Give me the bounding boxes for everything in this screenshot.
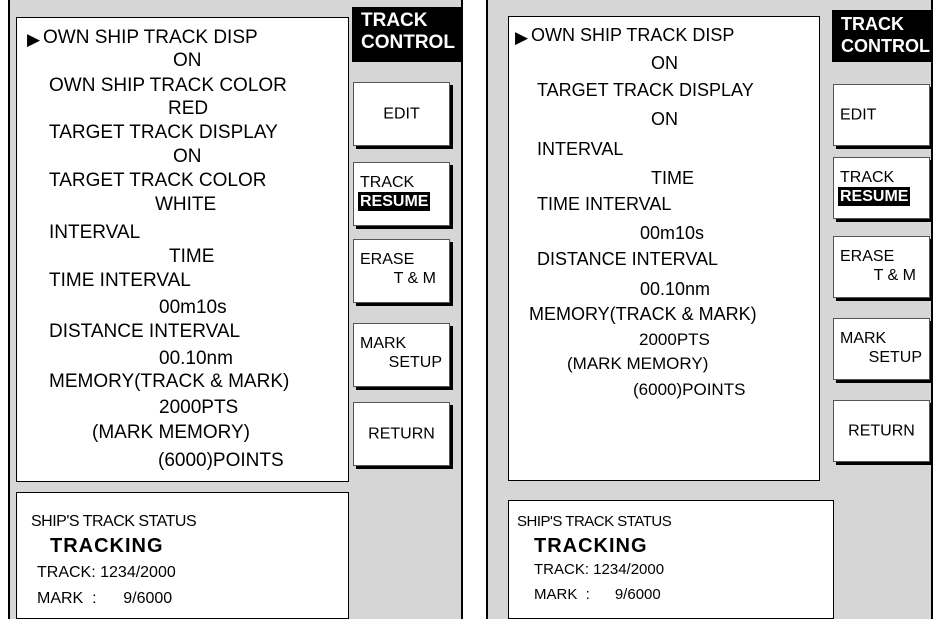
menu-value-memory: 2000PTS xyxy=(639,330,710,349)
status-heading: SHIP'S TRACK STATUS xyxy=(31,513,197,530)
menu-value-target-track-display: ON xyxy=(651,109,678,129)
menu-item-own-ship-track-disp[interactable]: OWN SHIP TRACK DISP xyxy=(531,25,734,46)
menu-value-memory: 2000PTS xyxy=(159,397,239,418)
menu-title-track-control: TRACK CONTROL xyxy=(352,7,462,62)
menu-item-target-track-color[interactable]: TARGET TRACK COLOR xyxy=(49,170,266,192)
menu-item-own-ship-track-disp[interactable]: OWN SHIP TRACK DISP xyxy=(43,27,258,49)
mark-setup-label-1: MARK xyxy=(840,330,887,347)
status-track-count: TRACK: 1234/2000 xyxy=(534,561,665,578)
edit-button-label: EDIT xyxy=(383,105,420,123)
menu-value-distance-interval: 00.10nm xyxy=(640,279,711,299)
menu-title-line-1: TRACK xyxy=(841,14,904,34)
menu-item-own-ship-track-color[interactable]: OWN SHIP TRACK COLOR xyxy=(49,75,287,97)
track-resume-label-1: TRACK xyxy=(840,169,895,186)
erase-label-1: ERASE xyxy=(840,248,895,265)
return-button[interactable]: RETURN xyxy=(353,402,450,466)
erase-label-1: ERASE xyxy=(360,251,415,268)
menu-item-distance-interval[interactable]: DISTANCE INTERVAL xyxy=(537,249,718,270)
status-state: TRACKING xyxy=(534,535,648,557)
menu-title-track-control: TRACK CONTROL xyxy=(832,10,933,62)
menu-value-own-ship-track-disp: ON xyxy=(651,53,678,73)
menu-title-line-1: TRACK xyxy=(361,10,428,31)
menu-value-interval: TIME xyxy=(651,168,694,188)
menu-value-target-track-display: ON xyxy=(173,146,202,167)
return-button-label: RETURN xyxy=(848,422,915,440)
erase-label-2: T & M xyxy=(393,270,436,287)
menu-item-interval[interactable]: INTERVAL xyxy=(49,222,140,244)
mark-setup-label-1: MARK xyxy=(360,335,407,352)
menu-label-mark-memory: (MARK MEMORY) xyxy=(92,422,250,443)
return-button-label: RETURN xyxy=(368,425,435,443)
selection-cursor-icon: ▶ xyxy=(27,30,41,49)
menu-value-interval: TIME xyxy=(169,246,215,267)
menu-value-own-ship-track-disp: ON xyxy=(173,50,202,71)
menu-item-time-interval[interactable]: TIME INTERVAL xyxy=(49,270,191,292)
edit-button[interactable]: EDIT xyxy=(833,84,930,146)
menu-item-target-track-display[interactable]: TARGET TRACK DISPLAY xyxy=(49,122,278,144)
edit-button[interactable]: EDIT xyxy=(353,82,450,146)
track-status-panel: SHIP'S TRACK STATUS TRACKING TRACK: 1234… xyxy=(508,500,834,619)
track-resume-button[interactable]: TRACK RESUME xyxy=(353,162,450,226)
erase-track-mark-button[interactable]: ERASE T & M xyxy=(353,239,450,303)
status-heading: SHIP'S TRACK STATUS xyxy=(517,513,672,530)
mark-setup-button[interactable]: MARK SETUP xyxy=(353,323,450,387)
menu-value-target-track-color: WHITE xyxy=(155,194,217,215)
menu-value-distance-interval: 00.10nm xyxy=(159,348,233,369)
track-control-screen-right: ▶ OWN SHIP TRACK DISP ON TARGET TRACK DI… xyxy=(486,0,933,619)
status-mark-count: MARK : 9/6000 xyxy=(534,586,661,603)
erase-track-mark-button[interactable]: ERASE T & M xyxy=(833,236,930,298)
erase-label-2: T & M xyxy=(873,267,916,284)
menu-value-time-interval: 00m10s xyxy=(640,223,705,243)
mark-setup-button[interactable]: MARK SETUP xyxy=(833,318,930,380)
menu-title-line-2: CONTROL xyxy=(361,32,455,53)
track-resume-label-2: RESUME xyxy=(358,192,431,211)
selection-cursor-icon: ▶ xyxy=(515,28,529,47)
track-menu-panel: ▶ OWN SHIP TRACK DISP ON TARGET TRACK DI… xyxy=(508,16,820,481)
status-state: TRACKING xyxy=(50,535,164,557)
track-resume-button[interactable]: TRACK RESUME xyxy=(833,157,930,219)
menu-item-interval[interactable]: INTERVAL xyxy=(537,139,623,160)
menu-item-distance-interval[interactable]: DISTANCE INTERVAL xyxy=(49,321,240,343)
menu-item-memory[interactable]: MEMORY(TRACK & MARK) xyxy=(49,371,289,393)
menu-value-own-ship-track-color: RED xyxy=(168,98,209,119)
status-track-count: TRACK: 1234/2000 xyxy=(37,564,176,581)
menu-item-time-interval[interactable]: TIME INTERVAL xyxy=(537,194,671,215)
track-control-screen-left: ▶ OWN SHIP TRACK DISP ON OWN SHIP TRACK … xyxy=(8,0,463,619)
menu-value-mark-memory: (6000)POINTS xyxy=(158,450,284,471)
track-status-panel: SHIP'S TRACK STATUS TRACKING TRACK: 1234… xyxy=(16,492,349,619)
track-menu-panel: ▶ OWN SHIP TRACK DISP ON OWN SHIP TRACK … xyxy=(16,17,349,482)
edit-button-label: EDIT xyxy=(840,106,877,124)
status-mark-count: MARK : 9/6000 xyxy=(37,590,173,607)
track-resume-label-2: RESUME xyxy=(838,187,911,206)
return-button[interactable]: RETURN xyxy=(833,400,930,462)
menu-value-mark-memory: (6000)POINTS xyxy=(633,380,746,399)
track-resume-label-1: TRACK xyxy=(360,174,415,191)
menu-item-target-track-display[interactable]: TARGET TRACK DISPLAY xyxy=(537,80,754,101)
mark-setup-label-2: SETUP xyxy=(388,354,442,371)
menu-title-line-2: CONTROL xyxy=(841,36,930,56)
menu-label-mark-memory: (MARK MEMORY) xyxy=(567,354,709,373)
mark-setup-label-2: SETUP xyxy=(868,349,922,366)
menu-item-memory[interactable]: MEMORY(TRACK & MARK) xyxy=(529,304,757,325)
menu-value-time-interval: 00m10s xyxy=(159,297,227,318)
